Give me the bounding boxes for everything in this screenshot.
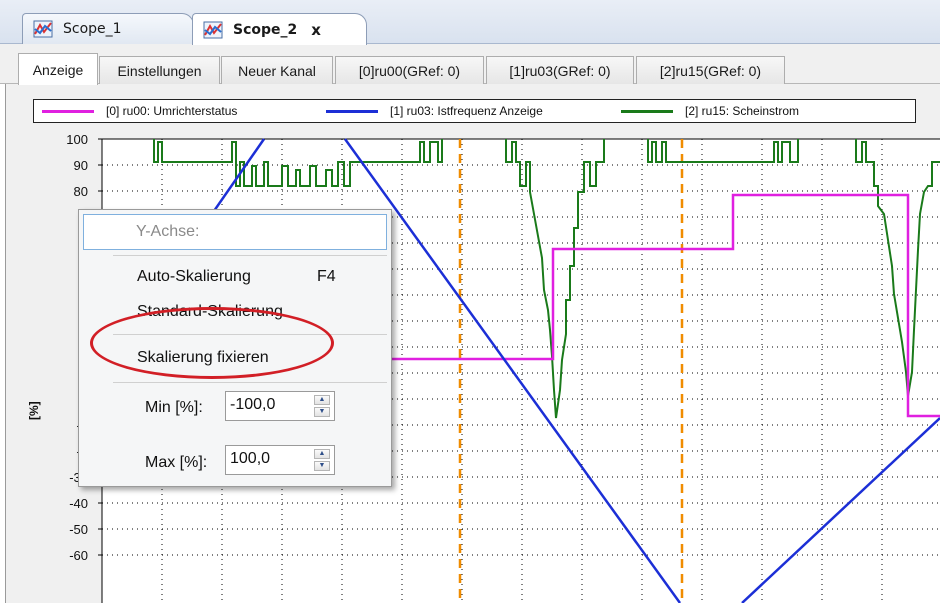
- legend-label-status: [0] ru00: Umrichterstatus: [106, 104, 238, 118]
- min-label: Min [%]:: [145, 399, 203, 416]
- legend-swatch-status: [42, 109, 94, 113]
- spin-down-icon[interactable]: ▼: [314, 407, 330, 417]
- menu-separator: [113, 382, 387, 383]
- y-tick-label: -40: [69, 496, 88, 511]
- chart-legend: [0] ru00: Umrichterstatus [1] ru03: Istf…: [33, 99, 916, 123]
- y-tick-label: 90: [74, 158, 88, 173]
- max-input[interactable]: 100,0 ▲ ▼: [225, 445, 335, 475]
- legend-swatch-frequency: [326, 109, 378, 113]
- tab-scope-2[interactable]: Scope_2 x: [192, 13, 367, 45]
- legend-label-current: [2] ru15: Scheinstrom: [685, 104, 800, 118]
- y-axis-label: [%]: [27, 401, 41, 420]
- menu-header-y-axis: Y-Achse:: [83, 214, 387, 250]
- tab-scope-2-label: Scope_2: [233, 21, 298, 38]
- annotation-ellipse: [90, 307, 334, 379]
- min-value: -100,0: [230, 396, 276, 413]
- y-tick-label: 80: [74, 184, 88, 199]
- legend-item-current[interactable]: [2] ru15: Scheinstrom: [621, 104, 799, 118]
- scope-icon: [203, 21, 223, 38]
- min-spinner[interactable]: ▲ ▼: [314, 395, 330, 417]
- spin-up-icon[interactable]: ▲: [314, 395, 330, 405]
- menu-separator: [113, 255, 387, 256]
- max-value: 100,0: [230, 450, 271, 467]
- shortcut-f4: F4: [317, 268, 336, 285]
- legend-item-frequency[interactable]: [1] ru03: Istfrequenz Anzeige: [326, 104, 543, 118]
- max-spinner[interactable]: ▲ ▼: [314, 449, 330, 471]
- legend-swatch-current: [621, 109, 673, 113]
- close-icon[interactable]: x: [311, 21, 321, 39]
- legend-label-frequency: [1] ru03: Istfrequenz Anzeige: [390, 104, 543, 118]
- y-tick-label: 100: [66, 132, 88, 147]
- y-tick-label: -60: [69, 548, 88, 563]
- legend-item-status[interactable]: [0] ru00: Umrichterstatus: [42, 104, 237, 118]
- y-tick-label: -50: [69, 522, 88, 537]
- max-label: Max [%]:: [145, 454, 208, 471]
- menu-item-auto-scaling[interactable]: Auto-Skalierung: [137, 268, 251, 286]
- spin-down-icon[interactable]: ▼: [314, 461, 330, 471]
- scope-window: Scope_1 Scope_2 x Anzeige Einstellungen …: [0, 0, 940, 603]
- min-input[interactable]: -100,0 ▲ ▼: [225, 391, 335, 421]
- spin-up-icon[interactable]: ▲: [314, 449, 330, 459]
- tab-anzeige[interactable]: Anzeige: [18, 53, 98, 85]
